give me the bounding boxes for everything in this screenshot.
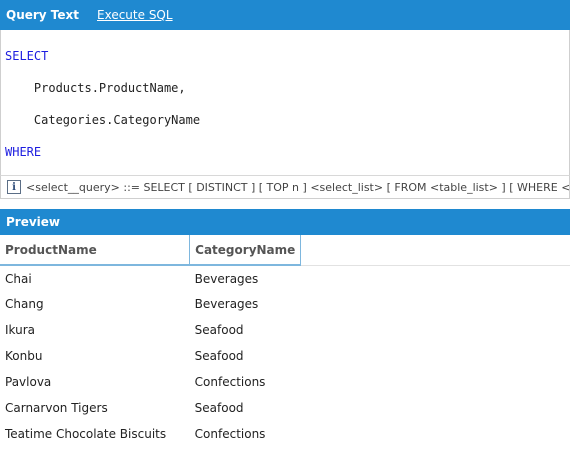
table-row[interactable]: Chang Beverages: [0, 291, 570, 317]
info-icon: i: [7, 180, 21, 194]
header-filler: [300, 235, 570, 266]
sql-line: WHERE: [5, 145, 42, 159]
cell-productname: Ikura: [5, 323, 36, 337]
preview-title: Preview: [6, 215, 61, 229]
cell-productname: Konbu: [5, 349, 43, 363]
preview-grid: ProductName CategoryName Chai Beverages Ch…: [0, 235, 570, 447]
cell-categoryname: Beverages: [194, 271, 259, 286]
syntax-hint-text: <select__query> ::= SELECT [ DISTINCT ] …: [26, 180, 570, 194]
sql-line: SELECT: [5, 49, 49, 63]
tab-query-text[interactable]: Query Text: [6, 8, 79, 22]
cell-categoryname: Seafood: [194, 349, 244, 363]
table-row[interactable]: Chai Beverages: [0, 265, 570, 291]
table-row[interactable]: Teatime Chocolate Biscuits Confections: [0, 421, 570, 447]
sql-editor[interactable]: SELECT Products.ProductName, Categories.…: [0, 30, 570, 175]
cell-categoryname: Confections: [194, 427, 266, 441]
query-header: Query Text Execute SQL: [0, 0, 570, 30]
table-row[interactable]: Ikura Seafood: [0, 317, 570, 343]
cell-categoryname: Seafood: [194, 401, 244, 415]
cell-productname: Teatime Chocolate Biscuits: [5, 427, 167, 441]
cell-productname: Pavlova: [5, 375, 52, 389]
cell-productname: Chang: [5, 297, 44, 311]
preview-header: Preview: [0, 209, 570, 235]
sql-line: Products.ProductName,: [5, 81, 186, 95]
table-row[interactable]: Konbu Seafood: [0, 343, 570, 369]
execute-sql-link[interactable]: Execute SQL: [97, 8, 173, 22]
column-header-categoryname[interactable]: CategoryName: [189, 235, 302, 266]
cell-productname: Carnarvon Tigers: [5, 401, 108, 415]
table-row[interactable]: Pavlova Confections: [0, 369, 570, 395]
column-header-productname[interactable]: ProductName: [0, 235, 191, 266]
cell-categoryname: Beverages: [194, 297, 259, 311]
cell-categoryname: Confections: [194, 375, 266, 389]
cell-productname: Chai: [5, 271, 32, 286]
syntax-hint-bar: i <select__query> ::= SELECT [ DISTINCT …: [0, 175, 570, 199]
table-row[interactable]: Carnarvon Tigers Seafood: [0, 395, 570, 421]
sql-line: Categories.CategoryName: [5, 113, 201, 127]
cell-categoryname: Seafood: [194, 323, 244, 337]
